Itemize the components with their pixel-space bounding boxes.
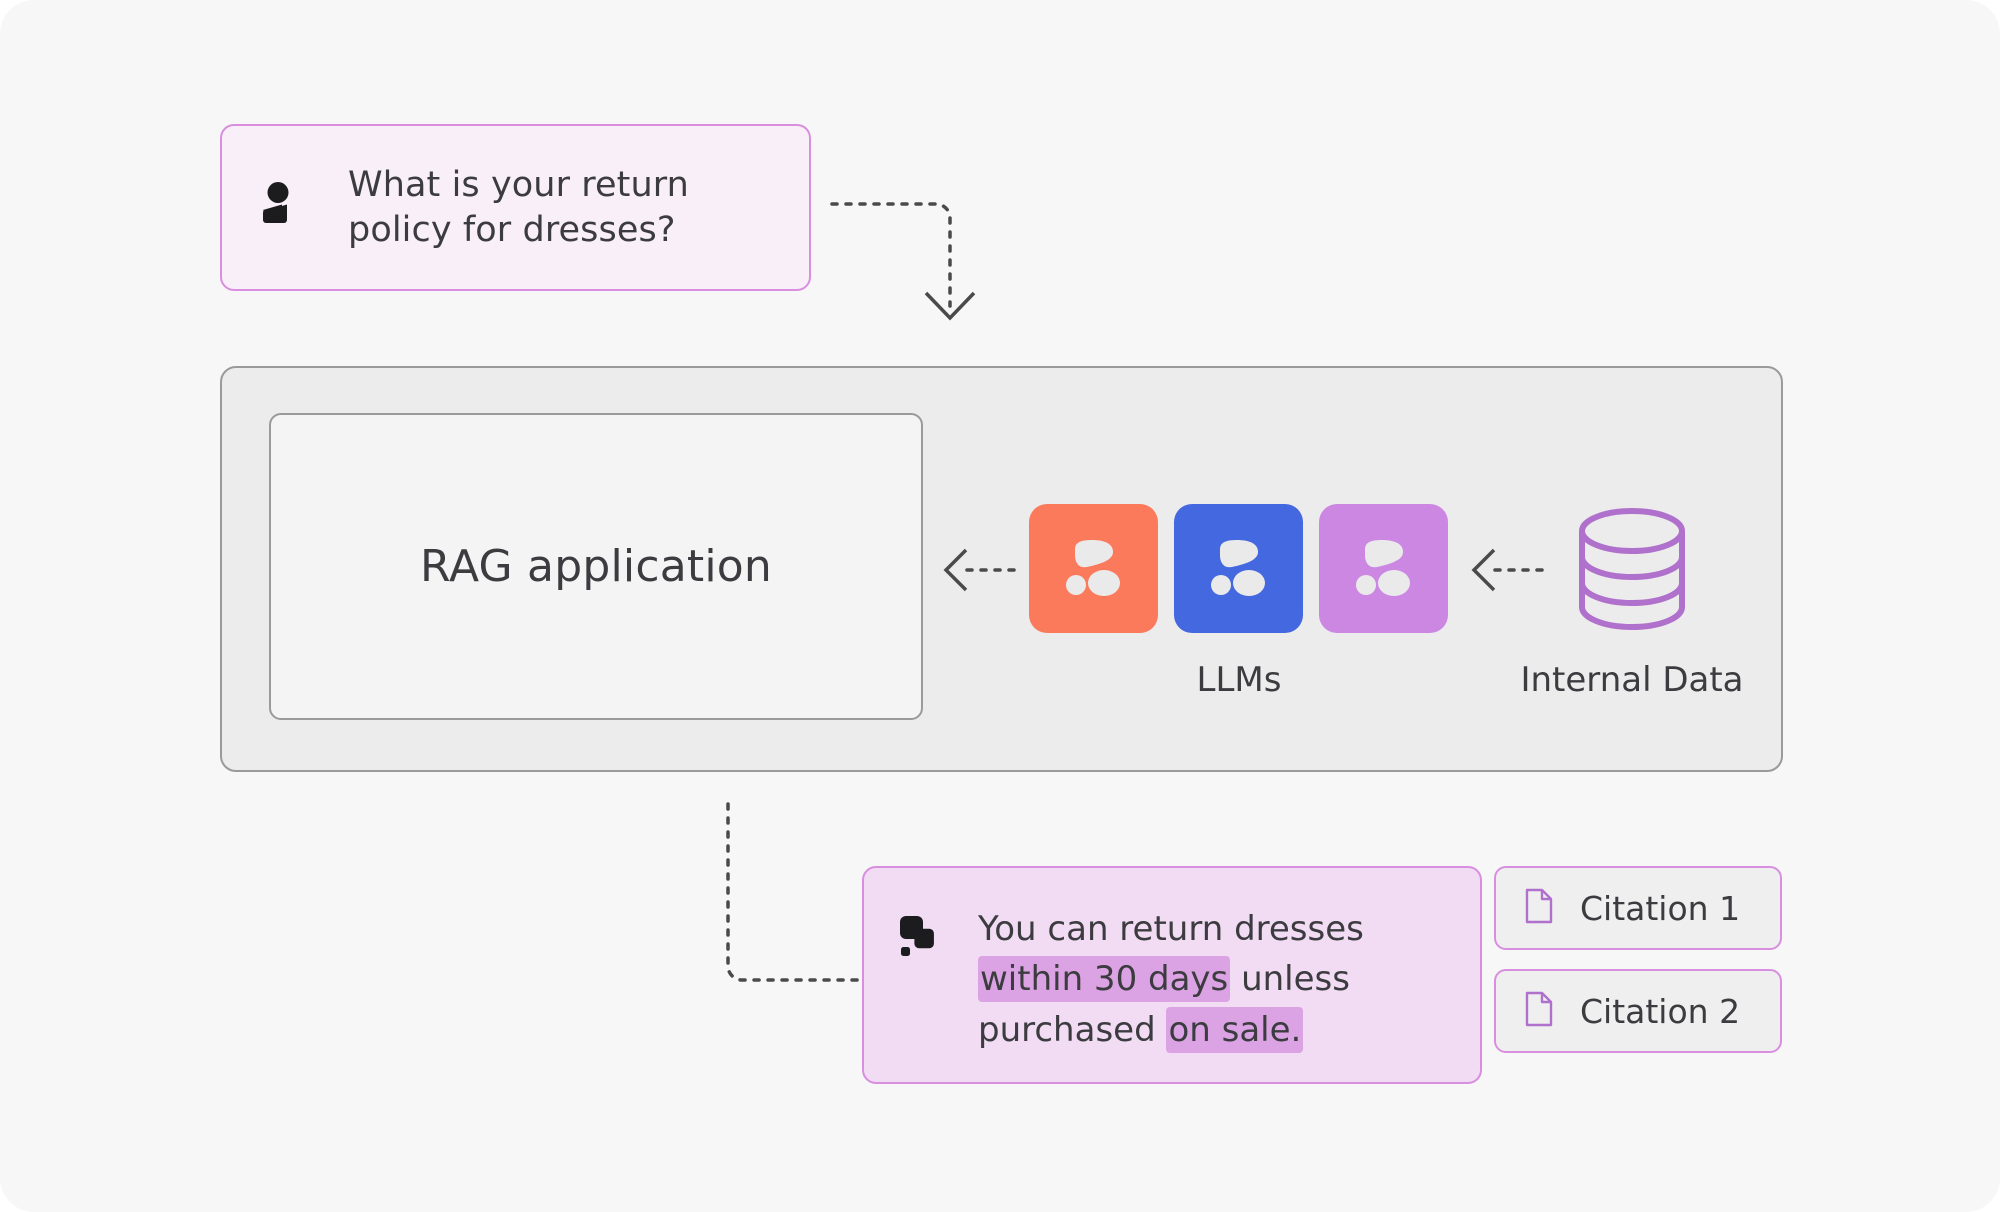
llm-group-label: LLMs bbox=[1196, 660, 1282, 700]
user-icon bbox=[256, 181, 302, 227]
llm-tile-orange[interactable] bbox=[1029, 504, 1158, 633]
assistant-answer-bubble: You can return dresses within 30 days un… bbox=[862, 866, 1482, 1084]
answer-highlight: on sale. bbox=[1166, 1006, 1304, 1053]
internal-data-group: Internal Data bbox=[1498, 504, 1766, 700]
citation-chip-1[interactable]: Citation 1 bbox=[1494, 866, 1782, 950]
arrow-question-to-panel bbox=[830, 202, 976, 321]
citation-chip-2[interactable]: Citation 2 bbox=[1494, 969, 1782, 1053]
rag-application-label: RAG application bbox=[420, 541, 772, 592]
database-icon bbox=[1498, 504, 1766, 633]
llm-tile-blue[interactable] bbox=[1174, 504, 1303, 633]
llm-tile-purple[interactable] bbox=[1319, 504, 1448, 633]
rag-application-box: RAG application bbox=[269, 413, 923, 720]
answer-plain-text: You can return dresses bbox=[978, 909, 1364, 949]
document-icon bbox=[1524, 888, 1554, 928]
citation-label: Citation 2 bbox=[1580, 991, 1741, 1031]
internal-data-label: Internal Data bbox=[1520, 660, 1744, 700]
diagram-canvas: What is your return policy for dresses? … bbox=[0, 0, 2000, 1212]
user-question-bubble: What is your return policy for dresses? bbox=[220, 124, 811, 291]
answer-highlight: within 30 days bbox=[978, 956, 1231, 1003]
assistant-answer-text: You can return dresses within 30 days un… bbox=[978, 904, 1450, 1055]
user-question-text: What is your return policy for dresses? bbox=[348, 164, 689, 250]
llm-group: LLMs bbox=[1029, 504, 1449, 700]
bot-icon bbox=[898, 914, 942, 958]
llm-tiles bbox=[1029, 504, 1449, 633]
citations-list: Citation 1 Citation 2 bbox=[1494, 866, 1782, 1053]
document-icon bbox=[1524, 991, 1554, 1031]
citation-label: Citation 1 bbox=[1580, 888, 1741, 928]
